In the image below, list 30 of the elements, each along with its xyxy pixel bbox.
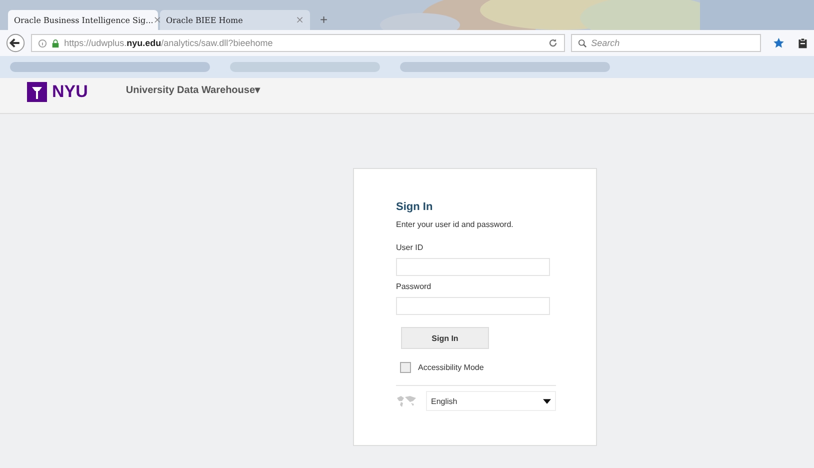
logo-text: NYU bbox=[52, 82, 88, 102]
address-field[interactable]: https://udwplus.nyu.edu/analytics/saw.dll?bieehome bbox=[31, 34, 566, 52]
user-id-label: User ID bbox=[396, 243, 424, 252]
password-label: Password bbox=[396, 282, 432, 291]
instructions-text: Enter your user id and password. bbox=[396, 220, 514, 229]
search-field[interactable]: Search bbox=[571, 34, 762, 52]
reload-icon[interactable] bbox=[548, 38, 558, 48]
url-text: https://udwplus.nyu.edu/analytics/saw.dll?bieehome bbox=[64, 38, 274, 48]
app-menu[interactable]: University Data Warehouse▾ bbox=[126, 84, 260, 96]
caret-icon bbox=[543, 398, 551, 404]
accessibility-checkbox[interactable] bbox=[400, 362, 411, 373]
tab-title: Oracle Business Intelligence Sig... bbox=[14, 16, 154, 24]
accessibility-label: Accessibility Mode bbox=[418, 363, 484, 372]
user-id-field[interactable] bbox=[396, 258, 550, 276]
browser-tab[interactable]: Oracle Business Intelligence Sig...× bbox=[8, 10, 158, 30]
sign-in-button[interactable]: Sign In bbox=[401, 327, 489, 349]
search-placeholder: Search bbox=[591, 38, 620, 48]
browser-tab[interactable]: Oracle BIEE Home × bbox=[160, 10, 310, 30]
world-map-icon bbox=[396, 395, 418, 407]
search-icon bbox=[578, 38, 588, 48]
password-field[interactable] bbox=[396, 297, 550, 315]
back-button[interactable] bbox=[6, 33, 26, 53]
language-dropdown[interactable]: English bbox=[426, 391, 556, 411]
clipboard-icon[interactable] bbox=[796, 37, 808, 49]
star-icon[interactable] bbox=[773, 37, 785, 49]
lock-icon bbox=[51, 38, 60, 48]
sign-in-title: Sign In bbox=[396, 201, 434, 213]
tab-title: Oracle BIEE Home bbox=[166, 16, 243, 24]
info-icon bbox=[38, 38, 48, 48]
new-tab-button[interactable]: + bbox=[312, 12, 336, 30]
